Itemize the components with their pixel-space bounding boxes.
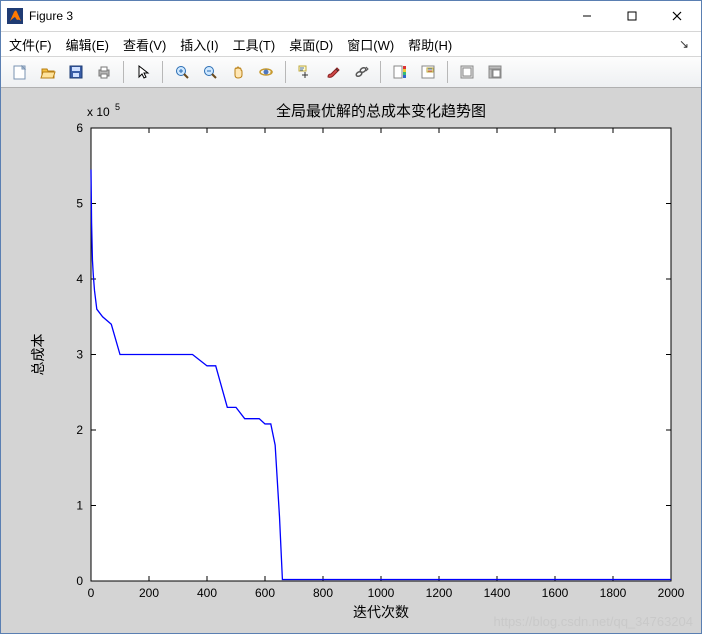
titlebar: Figure 3	[1, 1, 701, 32]
svg-text:2000: 2000	[658, 586, 685, 600]
svg-text:5: 5	[115, 102, 120, 112]
svg-text:4: 4	[76, 272, 83, 286]
menu-tools[interactable]: 工具(T)	[233, 35, 276, 54]
maximize-button[interactable]	[609, 2, 654, 31]
toolbar-separator	[123, 61, 124, 83]
matlab-icon	[7, 8, 23, 24]
menu-desktop[interactable]: 桌面(D)	[289, 35, 333, 54]
svg-text:1800: 1800	[600, 586, 627, 600]
open-button[interactable]	[35, 59, 61, 85]
svg-text:全局最优解的总成本变化趋势图: 全局最优解的总成本变化趋势图	[276, 102, 486, 120]
close-button[interactable]	[654, 2, 699, 31]
svg-text:迭代次数: 迭代次数	[353, 605, 409, 621]
data-cursor-button[interactable]	[292, 59, 318, 85]
show-plot-tools-button[interactable]	[482, 59, 508, 85]
new-figure-button[interactable]	[7, 59, 33, 85]
menu-edit[interactable]: 编辑(E)	[66, 35, 109, 54]
menu-file[interactable]: 文件(F)	[9, 35, 52, 54]
figure-window: Figure 3 文件(F) 编辑(E) 查看(V) 插入(I) 工具(T) 桌…	[0, 0, 702, 634]
svg-text:200: 200	[139, 586, 159, 600]
minimize-button[interactable]	[564, 2, 609, 31]
toolbar-separator	[447, 61, 448, 83]
svg-text:1000: 1000	[368, 586, 395, 600]
axes: 0 200 400 600 800 1000 1200 1400 1600 1800 2000 0 1 2…	[1, 88, 701, 636]
svg-text:3: 3	[76, 348, 83, 362]
figure-canvas[interactable]: 0 200 400 600 800 1000 1200 1400 1600 1800 2000 0 1 2…	[1, 88, 701, 633]
svg-text:0: 0	[76, 574, 83, 588]
zoom-out-button[interactable]	[197, 59, 223, 85]
menu-view[interactable]: 查看(V)	[123, 35, 166, 54]
svg-text:1: 1	[76, 499, 83, 513]
legend-button[interactable]	[415, 59, 441, 85]
menu-insert[interactable]: 插入(I)	[180, 35, 218, 54]
svg-text:600: 600	[255, 586, 275, 600]
svg-text:2: 2	[76, 423, 83, 437]
svg-text:400: 400	[197, 586, 217, 600]
pan-button[interactable]	[225, 59, 251, 85]
hide-plot-tools-button[interactable]	[454, 59, 480, 85]
svg-text:0: 0	[88, 586, 95, 600]
colorbar-button[interactable]	[387, 59, 413, 85]
save-button[interactable]	[63, 59, 89, 85]
svg-text:5: 5	[76, 197, 83, 211]
link-plot-button[interactable]	[348, 59, 374, 85]
toolbar	[1, 57, 701, 88]
zoom-in-button[interactable]	[169, 59, 195, 85]
pointer-button[interactable]	[130, 59, 156, 85]
brush-button[interactable]	[320, 59, 346, 85]
svg-text:800: 800	[313, 586, 333, 600]
window-title: Figure 3	[29, 9, 564, 23]
menu-window[interactable]: 窗口(W)	[347, 35, 394, 54]
rotate3d-button[interactable]	[253, 59, 279, 85]
svg-text:1600: 1600	[542, 586, 569, 600]
toolbar-separator	[285, 61, 286, 83]
menubar: 文件(F) 编辑(E) 查看(V) 插入(I) 工具(T) 桌面(D) 窗口(W…	[1, 32, 701, 57]
menu-help[interactable]: 帮助(H)	[408, 35, 452, 54]
svg-text:总成本: 总成本	[31, 334, 47, 376]
toolbar-separator	[380, 61, 381, 83]
svg-text:1200: 1200	[426, 586, 453, 600]
print-button[interactable]	[91, 59, 117, 85]
svg-text:x 10: x 10	[87, 105, 110, 119]
svg-text:6: 6	[76, 121, 83, 135]
svg-text:1400: 1400	[484, 586, 511, 600]
dock-arrow-icon[interactable]: ↘	[679, 37, 693, 51]
toolbar-separator	[162, 61, 163, 83]
